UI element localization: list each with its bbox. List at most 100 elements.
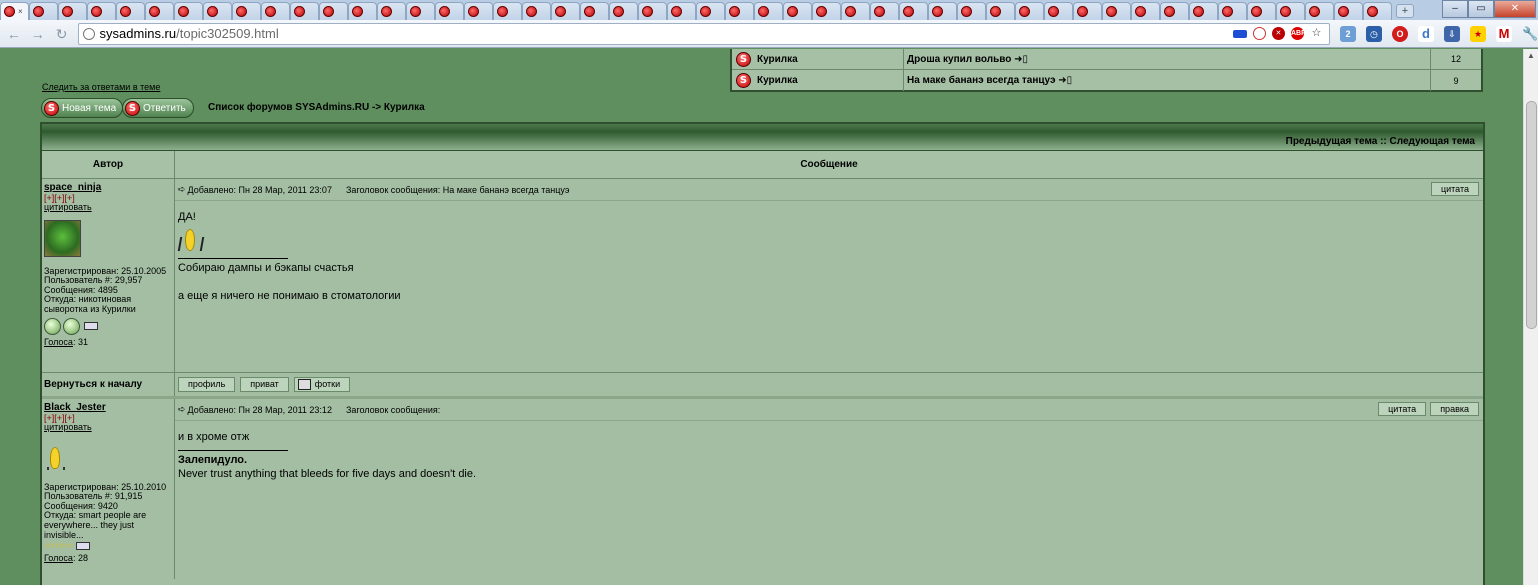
browser-tab[interactable]: [1102, 2, 1131, 20]
page-scrollbar[interactable]: ▲: [1523, 49, 1538, 585]
recent-forum[interactable]: Курилка: [757, 75, 903, 86]
weather-extension-icon[interactable]: 2: [1339, 25, 1356, 42]
browser-tab[interactable]: [1363, 2, 1392, 20]
browser-tab[interactable]: [1131, 2, 1160, 20]
gmail-icon[interactable]: M: [1495, 25, 1512, 42]
edit-button[interactable]: правка: [1430, 402, 1479, 416]
delicious-extension-icon[interactable]: d: [1417, 25, 1434, 42]
browser-tab[interactable]: [957, 2, 986, 20]
quote-button[interactable]: цитата: [1430, 182, 1479, 196]
bookmarks-extension-icon[interactable]: ★: [1469, 25, 1486, 42]
browser-tab[interactable]: [377, 2, 406, 20]
close-tab-icon[interactable]: ×: [18, 7, 23, 16]
quote-user-link[interactable]: цитировать: [44, 202, 172, 213]
browser-tab[interactable]: [203, 2, 232, 20]
recent-topic-row[interactable]: S Курилка На маке бананэ всегда танцуэ ➜…: [732, 70, 1481, 91]
recent-title[interactable]: На маке бананэ всегда танцуэ ➜▯: [903, 70, 1430, 91]
browser-tab[interactable]: [812, 2, 841, 20]
browser-tab[interactable]: [754, 2, 783, 20]
reply-button[interactable]: S Ответить: [122, 98, 194, 118]
browser-tab[interactable]: [580, 2, 609, 20]
back-to-top-link[interactable]: Вернуться к началу: [42, 373, 175, 396]
browser-tab[interactable]: [1334, 2, 1363, 20]
new-tab-button[interactable]: +: [1396, 4, 1414, 18]
browser-tab[interactable]: [1044, 2, 1073, 20]
photos-button[interactable]: фотки: [293, 377, 351, 392]
browser-tab[interactable]: [87, 2, 116, 20]
browser-tab[interactable]: [1160, 2, 1189, 20]
browser-tab[interactable]: [319, 2, 348, 20]
reload-icon[interactable]: ↻: [52, 24, 72, 44]
browser-tab[interactable]: [290, 2, 319, 20]
browser-tab[interactable]: [1073, 2, 1102, 20]
wrench-icon[interactable]: 🔧: [1522, 26, 1538, 42]
new-topic-button[interactable]: S Новая тема: [41, 98, 124, 118]
opera-extension-icon[interactable]: O: [1391, 25, 1408, 42]
browser-tab[interactable]: ×: [0, 2, 29, 20]
browser-tab[interactable]: [1305, 2, 1334, 20]
scroll-up-arrow-icon[interactable]: ▲: [1524, 49, 1538, 63]
cloud-icon[interactable]: [1252, 27, 1266, 40]
breadcrumb[interactable]: Список форумов SYSAdmins.RU -> Курилка: [208, 102, 425, 113]
minimize-button[interactable]: –: [1442, 0, 1468, 18]
browser-tab[interactable]: [58, 2, 87, 20]
browser-tab[interactable]: [464, 2, 493, 20]
profile-button[interactable]: профиль: [178, 377, 236, 392]
browser-tab[interactable]: [1247, 2, 1276, 20]
username[interactable]: Black_Jester: [44, 402, 172, 413]
browser-tab[interactable]: [986, 2, 1015, 20]
browser-tab[interactable]: [696, 2, 725, 20]
browser-tab[interactable]: [1218, 2, 1247, 20]
browser-tab[interactable]: [609, 2, 638, 20]
quote-user-link[interactable]: цитировать: [44, 422, 172, 433]
browser-tab[interactable]: [725, 2, 754, 20]
prev-next-topic-links[interactable]: Предыдущая тема :: Следующая тема: [1286, 136, 1475, 147]
forward-arrow-icon[interactable]: →: [28, 24, 48, 44]
browser-tab[interactable]: [928, 2, 957, 20]
stop-icon[interactable]: ✕: [1271, 27, 1285, 40]
close-window-button[interactable]: ✕: [1494, 0, 1536, 18]
maximize-button[interactable]: ▭: [1468, 0, 1494, 18]
browser-tab[interactable]: [1276, 2, 1305, 20]
sysadmins-favicon-icon: [352, 6, 363, 17]
browser-tab[interactable]: [899, 2, 928, 20]
private-message-button[interactable]: приват: [240, 377, 289, 392]
browser-tab[interactable]: [29, 2, 58, 20]
browser-tab[interactable]: [261, 2, 290, 20]
browser-tab[interactable]: [667, 2, 696, 20]
post-link-icon[interactable]: ➪: [178, 184, 186, 195]
recent-title[interactable]: Дроша купил вольво ➜▯: [903, 49, 1430, 69]
browser-tab[interactable]: [1189, 2, 1218, 20]
votes-link[interactable]: Голоса: [44, 337, 73, 347]
browser-tab[interactable]: [348, 2, 377, 20]
browser-tab[interactable]: [841, 2, 870, 20]
browser-tab[interactable]: [870, 2, 899, 20]
post-link-icon[interactable]: ➪: [178, 404, 186, 415]
browser-tab[interactable]: [551, 2, 580, 20]
recent-forum[interactable]: Курилка: [757, 54, 903, 65]
browser-tab[interactable]: [638, 2, 667, 20]
browser-tab[interactable]: [116, 2, 145, 20]
browser-tab[interactable]: [493, 2, 522, 20]
download-extension-icon[interactable]: ⇩: [1443, 25, 1460, 42]
back-arrow-icon[interactable]: ←: [4, 24, 24, 44]
clock-extension-icon[interactable]: ◷: [1365, 25, 1382, 42]
browser-tab[interactable]: [406, 2, 435, 20]
browser-tab[interactable]: [174, 2, 203, 20]
browser-tab[interactable]: [232, 2, 261, 20]
browser-tab[interactable]: [1015, 2, 1044, 20]
recent-topic-row[interactable]: S Курилка Дроша купил вольво ➜▯ 12: [732, 49, 1481, 70]
address-bar[interactable]: sysadmins.ru/topic302509.html ✕ ABP ☆: [77, 22, 1330, 45]
username[interactable]: space_ninja: [44, 182, 172, 193]
flash-drive-icon[interactable]: [1232, 29, 1247, 38]
adblock-icon[interactable]: ABP: [1290, 27, 1306, 40]
scrollbar-thumb[interactable]: [1526, 101, 1537, 329]
browser-tab[interactable]: [783, 2, 812, 20]
watch-topic-link[interactable]: Следить за ответами в теме: [42, 82, 160, 92]
quote-button[interactable]: цитата: [1378, 402, 1427, 416]
browser-tab[interactable]: [435, 2, 464, 20]
votes-link[interactable]: Голоса: [44, 553, 73, 563]
browser-tab[interactable]: [522, 2, 551, 20]
browser-tab[interactable]: [145, 2, 174, 20]
bookmark-star-icon[interactable]: ☆: [1309, 27, 1323, 40]
